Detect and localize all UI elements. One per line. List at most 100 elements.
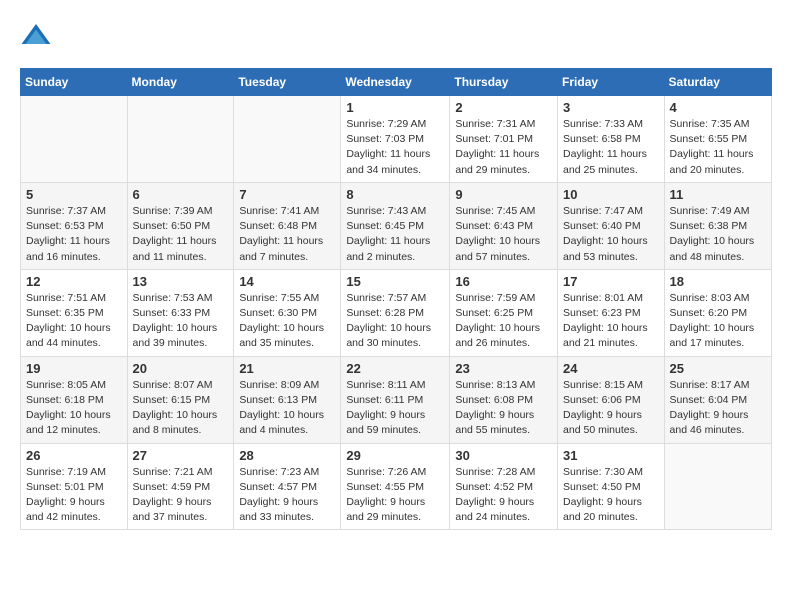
day-info: Sunrise: 7:26 AM Sunset: 4:55 PM Dayligh…	[346, 465, 444, 526]
calendar-cell: 17 Sunrise: 8:01 AM Sunset: 6:23 PM Dayli…	[558, 269, 665, 356]
day-number: 18	[670, 274, 766, 289]
day-info: Sunrise: 7:57 AM Sunset: 6:28 PM Dayligh…	[346, 291, 444, 352]
calendar-cell: 29Sunrise: 7:26 AM Sunset: 4:55 PM Dayli…	[341, 443, 450, 530]
day-number: 9	[455, 187, 552, 202]
day-info: Sunrise: 7:35 AM Sunset: 6:55 PM Dayligh…	[670, 117, 766, 178]
calendar-header-row: SundayMondayTuesdayWednesdayThursdayFrid…	[21, 69, 772, 96]
day-number: 3	[563, 100, 659, 115]
day-number: 12	[26, 274, 122, 289]
weekday-header-saturday: Saturday	[664, 69, 771, 96]
calendar-week-1: 1 Sunrise: 7:29 AM Sunset: 7:03 PM Daylig…	[21, 96, 772, 183]
calendar-cell: 18 Sunrise: 8:03 AM Sunset: 6:20 PM Dayli…	[664, 269, 771, 356]
calendar-cell: 31 Sunrise: 7:30 AM Sunset: 4:50 PM Dayli…	[558, 443, 665, 530]
calendar-cell: 21 Sunrise: 8:09 AM Sunset: 6:13 PM Dayli…	[234, 356, 341, 443]
calendar-cell: 9Sunrise: 7:45 AM Sunset: 6:43 PM Daylig…	[450, 182, 558, 269]
day-number: 13	[133, 274, 229, 289]
day-info: Sunrise: 8:01 AM Sunset: 6:23 PM Dayligh…	[563, 291, 659, 352]
day-info: Sunrise: 7:33 AM Sunset: 6:58 PM Dayligh…	[563, 117, 659, 178]
day-number: 25	[670, 361, 766, 376]
day-info: Sunrise: 7:51 AM Sunset: 6:35 PM Dayligh…	[26, 291, 122, 352]
calendar-cell: 19Sunrise: 8:05 AM Sunset: 6:18 PM Dayli…	[21, 356, 128, 443]
day-info: Sunrise: 7:30 AM Sunset: 4:50 PM Dayligh…	[563, 465, 659, 526]
calendar-cell: 10Sunrise: 7:47 AM Sunset: 6:40 PM Dayli…	[558, 182, 665, 269]
day-info: Sunrise: 8:15 AM Sunset: 6:06 PM Dayligh…	[563, 378, 659, 439]
day-info: Sunrise: 7:49 AM Sunset: 6:38 PM Dayligh…	[670, 204, 766, 265]
day-number: 20	[133, 361, 229, 376]
day-info: Sunrise: 7:43 AM Sunset: 6:45 PM Dayligh…	[346, 204, 444, 265]
weekday-header-wednesday: Wednesday	[341, 69, 450, 96]
day-info: Sunrise: 8:09 AM Sunset: 6:13 PM Dayligh…	[239, 378, 335, 439]
calendar-cell	[664, 443, 771, 530]
calendar-week-5: 26 Sunrise: 7:19 AM Sunset: 5:01 PM Dayli…	[21, 443, 772, 530]
calendar-cell: 25 Sunrise: 8:17 AM Sunset: 6:04 PM Dayli…	[664, 356, 771, 443]
day-number: 6	[133, 187, 229, 202]
day-info: Sunrise: 8:07 AM Sunset: 6:15 PM Dayligh…	[133, 378, 229, 439]
calendar-cell: 24 Sunrise: 8:15 AM Sunset: 6:06 PM Dayli…	[558, 356, 665, 443]
calendar-cell: 3 Sunrise: 7:33 AM Sunset: 6:58 PM Daylig…	[558, 96, 665, 183]
day-info: Sunrise: 7:37 AM Sunset: 6:53 PM Dayligh…	[26, 204, 122, 265]
day-number: 11	[670, 187, 766, 202]
day-info: Sunrise: 7:31 AM Sunset: 7:01 PM Dayligh…	[455, 117, 552, 178]
calendar-cell: 2Sunrise: 7:31 AM Sunset: 7:01 PM Daylig…	[450, 96, 558, 183]
logo	[20, 20, 56, 52]
calendar-cell: 26 Sunrise: 7:19 AM Sunset: 5:01 PM Dayli…	[21, 443, 128, 530]
calendar-cell: 5 Sunrise: 7:37 AM Sunset: 6:53 PM Daylig…	[21, 182, 128, 269]
day-number: 17	[563, 274, 659, 289]
day-info: Sunrise: 7:21 AM Sunset: 4:59 PM Dayligh…	[133, 465, 229, 526]
day-info: Sunrise: 7:19 AM Sunset: 5:01 PM Dayligh…	[26, 465, 122, 526]
day-number: 15	[346, 274, 444, 289]
day-info: Sunrise: 7:41 AM Sunset: 6:48 PM Dayligh…	[239, 204, 335, 265]
day-info: Sunrise: 7:28 AM Sunset: 4:52 PM Dayligh…	[455, 465, 552, 526]
calendar-week-4: 19Sunrise: 8:05 AM Sunset: 6:18 PM Dayli…	[21, 356, 772, 443]
calendar-week-2: 5 Sunrise: 7:37 AM Sunset: 6:53 PM Daylig…	[21, 182, 772, 269]
calendar-cell: 11 Sunrise: 7:49 AM Sunset: 6:38 PM Dayli…	[664, 182, 771, 269]
day-number: 21	[239, 361, 335, 376]
day-number: 14	[239, 274, 335, 289]
day-info: Sunrise: 8:17 AM Sunset: 6:04 PM Dayligh…	[670, 378, 766, 439]
calendar-cell: 4 Sunrise: 7:35 AM Sunset: 6:55 PM Daylig…	[664, 96, 771, 183]
day-info: Sunrise: 8:11 AM Sunset: 6:11 PM Dayligh…	[346, 378, 444, 439]
day-info: Sunrise: 7:39 AM Sunset: 6:50 PM Dayligh…	[133, 204, 229, 265]
day-number: 22	[346, 361, 444, 376]
calendar-cell	[127, 96, 234, 183]
day-info: Sunrise: 7:23 AM Sunset: 4:57 PM Dayligh…	[239, 465, 335, 526]
day-info: Sunrise: 7:53 AM Sunset: 6:33 PM Dayligh…	[133, 291, 229, 352]
day-number: 4	[670, 100, 766, 115]
calendar-cell: 16Sunrise: 7:59 AM Sunset: 6:25 PM Dayli…	[450, 269, 558, 356]
day-number: 24	[563, 361, 659, 376]
day-number: 23	[455, 361, 552, 376]
calendar-cell: 7 Sunrise: 7:41 AM Sunset: 6:48 PM Daylig…	[234, 182, 341, 269]
day-number: 5	[26, 187, 122, 202]
calendar-cell: 20 Sunrise: 8:07 AM Sunset: 6:15 PM Dayli…	[127, 356, 234, 443]
day-info: Sunrise: 8:13 AM Sunset: 6:08 PM Dayligh…	[455, 378, 552, 439]
calendar-cell: 12 Sunrise: 7:51 AM Sunset: 6:35 PM Dayli…	[21, 269, 128, 356]
weekday-header-sunday: Sunday	[21, 69, 128, 96]
calendar-cell: 14 Sunrise: 7:55 AM Sunset: 6:30 PM Dayli…	[234, 269, 341, 356]
day-info: Sunrise: 7:47 AM Sunset: 6:40 PM Dayligh…	[563, 204, 659, 265]
calendar-cell: 30 Sunrise: 7:28 AM Sunset: 4:52 PM Dayli…	[450, 443, 558, 530]
calendar-cell: 27Sunrise: 7:21 AM Sunset: 4:59 PM Dayli…	[127, 443, 234, 530]
day-info: Sunrise: 7:29 AM Sunset: 7:03 PM Dayligh…	[346, 117, 444, 178]
day-number: 31	[563, 448, 659, 463]
calendar-table: SundayMondayTuesdayWednesdayThursdayFrid…	[20, 68, 772, 530]
day-number: 8	[346, 187, 444, 202]
page-header	[20, 20, 772, 52]
day-number: 30	[455, 448, 552, 463]
day-info: Sunrise: 8:05 AM Sunset: 6:18 PM Dayligh…	[26, 378, 122, 439]
weekday-header-tuesday: Tuesday	[234, 69, 341, 96]
day-number: 7	[239, 187, 335, 202]
calendar-cell: 22 Sunrise: 8:11 AM Sunset: 6:11 PM Dayli…	[341, 356, 450, 443]
calendar-cell: 1 Sunrise: 7:29 AM Sunset: 7:03 PM Daylig…	[341, 96, 450, 183]
day-number: 26	[26, 448, 122, 463]
calendar-cell: 6 Sunrise: 7:39 AM Sunset: 6:50 PM Daylig…	[127, 182, 234, 269]
calendar-cell: 28 Sunrise: 7:23 AM Sunset: 4:57 PM Dayli…	[234, 443, 341, 530]
weekday-header-friday: Friday	[558, 69, 665, 96]
logo-icon	[20, 20, 52, 52]
calendar-week-3: 12 Sunrise: 7:51 AM Sunset: 6:35 PM Dayli…	[21, 269, 772, 356]
day-number: 1	[346, 100, 444, 115]
calendar-cell: 15 Sunrise: 7:57 AM Sunset: 6:28 PM Dayli…	[341, 269, 450, 356]
day-info: Sunrise: 8:03 AM Sunset: 6:20 PM Dayligh…	[670, 291, 766, 352]
day-number: 28	[239, 448, 335, 463]
weekday-header-thursday: Thursday	[450, 69, 558, 96]
day-info: Sunrise: 7:55 AM Sunset: 6:30 PM Dayligh…	[239, 291, 335, 352]
